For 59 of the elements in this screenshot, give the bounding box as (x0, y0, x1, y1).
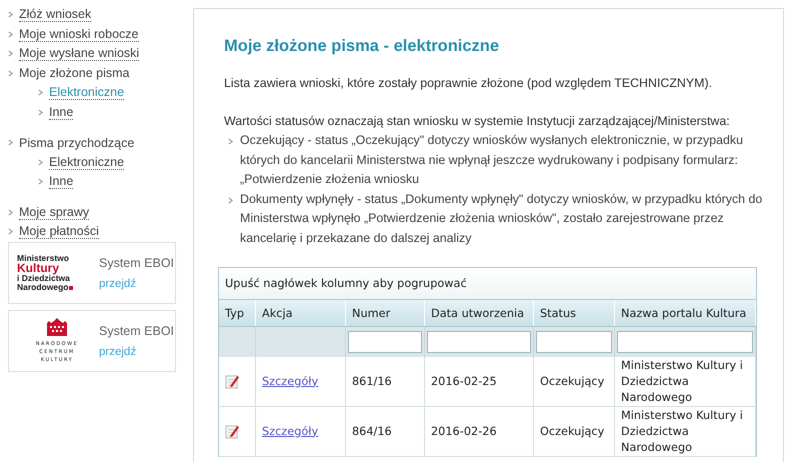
details-link[interactable]: Szczegóły (262, 374, 318, 388)
chevron-icon (38, 108, 43, 116)
details-link[interactable]: Szczegóły (262, 424, 318, 438)
status-description: Oczekujący - status „Oczekujący" dotyczy wniosków wysłanych elektronicznie, w przypadku których do kancelarii Ministerstwa nie wpłynął jeszcze wydrukowany i podpisany formularz: „Potwierdzenie złożenia wniosku (240, 132, 744, 188)
chevron-icon (228, 196, 233, 204)
logo-text: Ministerstwo (17, 254, 70, 262)
intro-text: Lista zawiera wnioski, które zostały poprawnie złożone (pod względem TECHNICZNYM). (224, 75, 714, 92)
sidebar-link[interactable]: Moje złożone pisma (19, 66, 130, 80)
sidebar-link[interactable]: Moje wysłane wnioski (19, 46, 140, 62)
sidebar-link[interactable]: Moje wnioski robocze (19, 26, 138, 42)
square-icon (69, 286, 74, 290)
banner-title: System EBOI (99, 256, 174, 270)
filter-field[interactable] (536, 331, 612, 353)
filter-field[interactable] (617, 331, 753, 353)
table-cell: 2016-02-26 (431, 424, 497, 438)
table-cell: 861/16 (352, 374, 392, 388)
table-cell: Ministerstwo Kultury i Dziedzictwa Narodowego (621, 358, 743, 404)
column-header[interactable]: Nazwa portalu Kultura (614, 300, 756, 326)
sidebar-link[interactable]: Inne (49, 104, 74, 120)
chevron-icon (228, 138, 233, 145)
edit-icon (225, 374, 240, 389)
sidebar-link[interactable]: Złóż wniosek (19, 7, 92, 22)
table-cell: 2016-02-25 (431, 374, 497, 388)
page-title: Moje złożone pisma - elektroniczne (224, 37, 500, 56)
edit-icon (225, 424, 240, 439)
chevron-icon (38, 178, 43, 186)
chevron-icon (8, 208, 13, 216)
crown-icon (45, 317, 69, 337)
chevron-icon (8, 139, 13, 146)
chevron-icon (8, 50, 13, 58)
status-intro: Wartości statusów oznaczają stan wniosku w systemie Instytucji zarządzającej/Ministerstwa: (224, 113, 731, 130)
filter-field[interactable] (348, 331, 422, 353)
column-header[interactable]: Numer (346, 300, 424, 326)
table-cell: Oczekujący (540, 374, 604, 388)
filter-field[interactable] (427, 331, 531, 353)
sidebar-link[interactable]: Moje sprawy (19, 204, 90, 220)
logo-text: Kultury (17, 262, 59, 274)
sidebar-link[interactable]: Elektroniczne (49, 154, 124, 170)
table-cell: 864/16 (352, 424, 392, 438)
logo-text: Narodowego (17, 282, 68, 292)
table-cell: Ministerstwo Kultury i Dziedzictwa Narodowego (621, 408, 743, 454)
chevron-icon (38, 158, 43, 166)
sidebar-link[interactable]: Moje płatności (19, 224, 99, 240)
column-header[interactable]: Typ (219, 300, 256, 326)
sidebar-link[interactable]: Pisma przychodzące (19, 136, 134, 150)
table-cell: Oczekujący (540, 424, 604, 438)
column-header[interactable]: Status (534, 300, 614, 326)
sidebar-link[interactable]: Inne (49, 174, 74, 190)
sidebar-link[interactable]: Elektroniczne (49, 85, 124, 100)
chevron-icon (8, 11, 13, 18)
chevron-icon (8, 70, 13, 77)
column-header[interactable]: Data utworzenia (424, 300, 534, 326)
column-header[interactable]: Akcja (256, 300, 346, 326)
logo-text: i Dziedzictwa (17, 274, 71, 282)
chevron-icon (38, 89, 43, 96)
chevron-icon (8, 30, 13, 38)
status-description: Dokumenty wpłynęły - status „Dokumenty wpłynęły" dotyczy wniosków, w przypadku których do Ministerstwa wpłynęło „Potwierdzenie złożenia wniosków", zostało zarejestrowane przez kancelarię i przekazane do dalszej analizy (240, 190, 764, 247)
banner-title: System EBOI (99, 324, 174, 338)
chevron-icon (8, 228, 13, 236)
